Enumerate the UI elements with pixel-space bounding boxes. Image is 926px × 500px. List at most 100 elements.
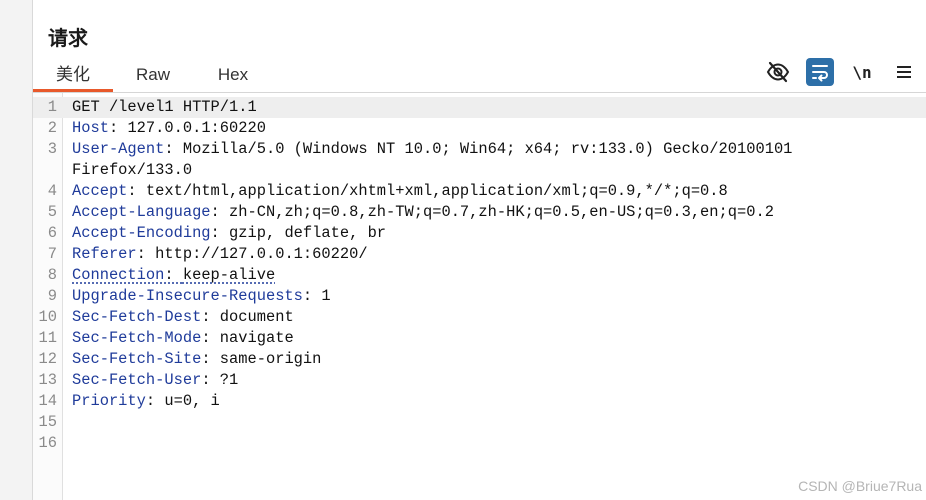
line-content: Sec-Fetch-Dest: document: [63, 307, 294, 328]
header-name: Accept: [72, 182, 128, 200]
line-content: [63, 412, 72, 433]
line-content: Accept-Encoding: gzip, deflate, br: [63, 223, 386, 244]
header-name: Priority: [72, 392, 146, 410]
header-separator: :: [302, 287, 322, 305]
line-content: Accept: text/html,application/xhtml+xml,…: [63, 181, 728, 202]
header-value: text/html,application/xhtml+xml,applicat…: [145, 182, 728, 200]
header-separator: :: [201, 350, 220, 368]
line-number: 5: [47, 203, 57, 221]
line-content: Sec-Fetch-Mode: navigate: [63, 328, 294, 349]
editor-line[interactable]: 9 Upgrade-Insecure-Requests: 1: [33, 286, 926, 307]
header-separator: :: [201, 371, 220, 389]
header-value: document: [219, 308, 294, 326]
watermark: CSDN @Briue7Rua: [798, 478, 922, 494]
editor-line[interactable]: 10 Sec-Fetch-Dest: document: [33, 307, 926, 328]
line-content: Sec-Fetch-Site: same-origin: [63, 349, 321, 370]
line-content: Referer: http://127.0.0.1:60220/: [63, 244, 368, 265]
header-value: http://127.0.0.1:60220/: [155, 245, 368, 263]
editor-line[interactable]: 8 Connection: keep-alive: [33, 265, 926, 286]
line-content: User-Agent: Mozilla/5.0 (Windows NT 10.0…: [63, 139, 792, 160]
left-sidebar-strip: [0, 0, 33, 500]
line-content: Host: 127.0.0.1:60220: [63, 118, 266, 139]
header-separator: :: [210, 203, 230, 221]
hide-nonprintable-button[interactable]: [764, 58, 792, 86]
word-wrap-button[interactable]: [806, 58, 834, 86]
header-separator: :: [164, 266, 183, 284]
editor-toolbar: \n: [764, 57, 918, 87]
editor-line[interactable]: 2 Host: 127.0.0.1:60220: [33, 118, 926, 139]
eye-slash-icon: [766, 61, 790, 83]
show-newlines-button[interactable]: \n: [848, 58, 876, 86]
header-separator: :: [145, 392, 165, 410]
header-name: Accept-Language: [72, 203, 211, 221]
editor-line[interactable]: 14 Priority: u=0, i: [33, 391, 926, 412]
header-name: Upgrade-Insecure-Requests: [72, 287, 303, 305]
editor-line[interactable]: 1 GET /level1 HTTP/1.1: [33, 97, 926, 118]
header-name: Sec-Fetch-User: [72, 371, 202, 389]
line-content: Sec-Fetch-User: ?1: [63, 370, 238, 391]
tab-hex[interactable]: Hex: [193, 58, 273, 92]
header-separator: :: [210, 224, 230, 242]
line-number: 8: [47, 266, 57, 284]
line-number: [33, 160, 63, 181]
line-number: 13: [38, 371, 57, 389]
editor-line[interactable]: 12 Sec-Fetch-Site: same-origin: [33, 349, 926, 370]
menu-button[interactable]: [890, 58, 918, 86]
line-content: Accept-Language: zh-CN,zh;q=0.8,zh-TW;q=…: [63, 202, 774, 223]
line-content: [63, 433, 72, 454]
line-number: 7: [47, 245, 57, 263]
editor-line[interactable]: 16: [33, 433, 926, 454]
line-number: 11: [38, 329, 57, 347]
header-value: 127.0.0.1:60220: [127, 119, 266, 137]
newline-toggle-label: \n: [852, 62, 872, 82]
line-content: Firefox/133.0: [63, 160, 192, 181]
header-value: Mozilla/5.0 (Windows NT 10.0; Win64; x64…: [182, 140, 793, 158]
header-separator: :: [201, 308, 220, 326]
header-value: gzip, deflate, br: [229, 224, 387, 242]
editor-line[interactable]: 6 Accept-Encoding: gzip, deflate, br: [33, 223, 926, 244]
editor-line[interactable]: 4 Accept: text/html,application/xhtml+xml…: [33, 181, 926, 202]
header-value: 1: [321, 287, 331, 305]
header-separator: :: [127, 182, 146, 200]
header-separator: :: [136, 245, 156, 263]
header-name: User-Agent: [72, 140, 165, 158]
line-number: 9: [47, 287, 57, 305]
line-number: 1: [47, 98, 57, 116]
header-value: navigate: [219, 329, 294, 347]
tab-raw[interactable]: Raw: [113, 58, 193, 92]
line-number: 12: [38, 350, 57, 368]
header-value: ?1: [219, 371, 239, 389]
header-separator: :: [164, 140, 183, 158]
header-name: Referer: [72, 245, 137, 263]
editor-line[interactable]: 3 User-Agent: Mozilla/5.0 (Windows NT 10.…: [33, 139, 926, 160]
editor-line[interactable]: 11 Sec-Fetch-Mode: navigate: [33, 328, 926, 349]
panel-title: 请求: [48, 26, 88, 50]
editor-line[interactable]: 15: [33, 412, 926, 433]
line-number: 16: [38, 434, 57, 452]
editor-line[interactable]: Firefox/133.0: [33, 160, 926, 181]
word-wrap-icon: [812, 65, 828, 82]
header-value: same-origin: [219, 350, 322, 368]
header-value: zh-CN,zh;q=0.8,zh-TW;q=0.7,zh-HK;q=0.5,e…: [229, 203, 774, 221]
header-value: u=0, i: [164, 392, 220, 410]
header-name: Sec-Fetch-Dest: [72, 308, 202, 326]
header-name: Connection: [72, 266, 165, 284]
header-name: Host: [72, 119, 109, 137]
line-number: 10: [38, 308, 57, 326]
header-value: keep-alive: [182, 266, 276, 284]
header-name: Accept-Encoding: [72, 224, 211, 242]
editor-line[interactable]: 7 Referer: http://127.0.0.1:60220/: [33, 244, 926, 265]
hamburger-menu-icon: [897, 66, 911, 78]
line-content: Upgrade-Insecure-Requests: 1: [63, 286, 331, 307]
header-separator: :: [108, 119, 128, 137]
editor-line[interactable]: 13 Sec-Fetch-User: ?1: [33, 370, 926, 391]
line-number: 15: [38, 413, 57, 431]
header-separator: :: [201, 329, 220, 347]
editor-line[interactable]: 5 Accept-Language: zh-CN,zh;q=0.8,zh-TW;q…: [33, 202, 926, 223]
tab-pretty[interactable]: 美化: [33, 58, 113, 92]
line-number: 14: [38, 392, 57, 410]
header-name: Sec-Fetch-Mode: [72, 329, 202, 347]
request-editor[interactable]: 1 GET /level1 HTTP/1.1 2 Host: 127.0.0.1:60…: [33, 93, 926, 500]
header-name: Sec-Fetch-Site: [72, 350, 202, 368]
editor-lines: 1 GET /level1 HTTP/1.1 2 Host: 127.0.0.1:60…: [33, 97, 926, 454]
